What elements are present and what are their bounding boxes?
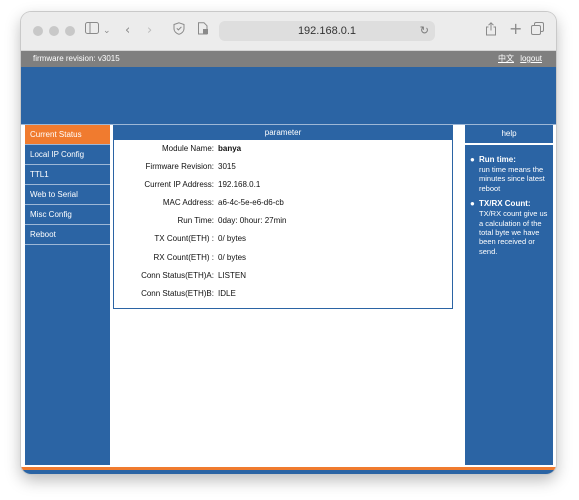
- row-value: banya: [218, 144, 242, 153]
- bullet-icon: ●: [470, 199, 475, 209]
- row-value: 3015: [218, 162, 236, 172]
- row-value: 0/ bytes: [218, 252, 247, 262]
- row-value: LISTEN: [218, 270, 247, 280]
- status-row-current-ip: Current IP Address: 192.168.0.1: [114, 176, 452, 194]
- help-panel-header: help: [465, 125, 553, 145]
- sidebar-item-reboot[interactable]: Reboot: [25, 225, 110, 245]
- page-extension-icon[interactable]: [197, 22, 209, 41]
- browser-window: ⌄ ‹ › 192.168.0.1 ↻ + firmware revision:…: [21, 12, 556, 474]
- browser-toolbar: ⌄ ‹ › 192.168.0.1 ↻ +: [21, 12, 556, 51]
- status-row-firmware-revision: Firmware Revision: 3015: [114, 158, 452, 176]
- row-label: RX Count(ETH) :: [153, 252, 214, 262]
- help-item-run-time: ● Run time: run time means the minutes s…: [470, 155, 549, 193]
- forward-arrow-icon[interactable]: ›: [147, 22, 152, 40]
- reload-icon[interactable]: ↻: [420, 21, 429, 41]
- sidebar-item-ttl1[interactable]: TTL1: [25, 165, 110, 185]
- row-label: Current IP Address:: [144, 180, 214, 190]
- help-panel: help ● Run time: run time means the minu…: [465, 125, 553, 465]
- row-label: Run Time:: [177, 216, 214, 226]
- help-item-txrx-count: ● TX/RX Count: TX/RX count give us a cal…: [470, 199, 549, 256]
- address-bar[interactable]: 192.168.0.1 ↻: [219, 21, 435, 41]
- page-body: Current Status Local IP Config TTL1 Web …: [21, 125, 556, 467]
- help-item-title: Run time:: [479, 155, 516, 164]
- row-label: MAC Address:: [162, 198, 214, 208]
- bullet-icon: ●: [470, 155, 475, 164]
- chevron-down-icon[interactable]: ⌄: [103, 22, 111, 40]
- language-link[interactable]: 中文: [498, 51, 514, 67]
- row-label: Module Name:: [161, 144, 214, 153]
- sidebar-item-local-ip-config[interactable]: Local IP Config: [25, 145, 110, 165]
- close-window-button[interactable]: [33, 26, 43, 36]
- sidebar-item-current-status[interactable]: Current Status: [25, 125, 110, 145]
- row-value: 0/ bytes: [218, 234, 247, 244]
- status-row-mac-address: MAC Address: a6-4c-5e-e6-d6-cb: [114, 194, 452, 212]
- status-row-run-time: Run Time: 0day: 0hour: 27min: [114, 212, 452, 230]
- row-label: TX Count(ETH) :: [154, 234, 214, 244]
- help-item-title: TX/RX Count:: [479, 199, 531, 209]
- row-value: 192.168.0.1: [218, 180, 261, 190]
- address-text: 192.168.0.1: [297, 25, 357, 37]
- header-banner: [21, 67, 556, 126]
- minimize-window-button[interactable]: [49, 26, 59, 36]
- sidebar-item-web-to-serial[interactable]: Web to Serial: [25, 185, 110, 205]
- status-row-tx-count: TX Count(ETH) : 0/ bytes: [114, 230, 452, 248]
- firmware-revision-label: firmware revision: v3015: [33, 54, 120, 63]
- row-value: 0day: 0hour: 27min: [218, 216, 287, 226]
- row-label: Firmware Revision:: [145, 162, 214, 172]
- help-item-text: run time means the minutes since latest …: [479, 165, 545, 193]
- row-label: Conn Status(ETH)A:: [141, 270, 214, 280]
- row-label: Conn Status(ETH)B:: [141, 288, 214, 298]
- status-row-rx-count: RX Count(ETH) : 0/ bytes: [114, 249, 452, 267]
- back-arrow-icon[interactable]: ‹: [125, 22, 130, 40]
- zoom-window-button[interactable]: [65, 26, 75, 36]
- parameter-panel-header: parameter: [114, 126, 452, 140]
- parameter-panel: parameter Module Name: banya Firmware Re…: [113, 125, 453, 309]
- logout-link[interactable]: logout: [520, 51, 542, 67]
- status-row-module-name: Module Name: banya: [114, 140, 452, 158]
- help-item-text: TX/RX count give us a calculation of the…: [479, 209, 548, 256]
- privacy-shield-icon[interactable]: [173, 22, 185, 41]
- tab-overview-icon[interactable]: [531, 22, 544, 41]
- row-value: IDLE: [218, 288, 236, 298]
- status-row-conn-status-b: Conn Status(ETH)B: IDLE: [114, 285, 452, 303]
- share-icon[interactable]: [485, 22, 497, 42]
- sidebar-nav: Current Status Local IP Config TTL1 Web …: [25, 125, 110, 465]
- top-info-bar: firmware revision: v3015 中文 logout: [21, 51, 556, 67]
- new-tab-icon[interactable]: +: [509, 20, 522, 38]
- sidebar-item-misc-config[interactable]: Misc Config: [25, 205, 110, 225]
- sidebar-toggle-icon[interactable]: [85, 22, 99, 40]
- row-value: a6-4c-5e-e6-d6-cb: [218, 198, 284, 208]
- help-list: ● Run time: run time means the minutes s…: [465, 155, 553, 256]
- footer-bar: [21, 470, 556, 474]
- status-row-conn-status-a: Conn Status(ETH)A: LISTEN: [114, 267, 452, 285]
